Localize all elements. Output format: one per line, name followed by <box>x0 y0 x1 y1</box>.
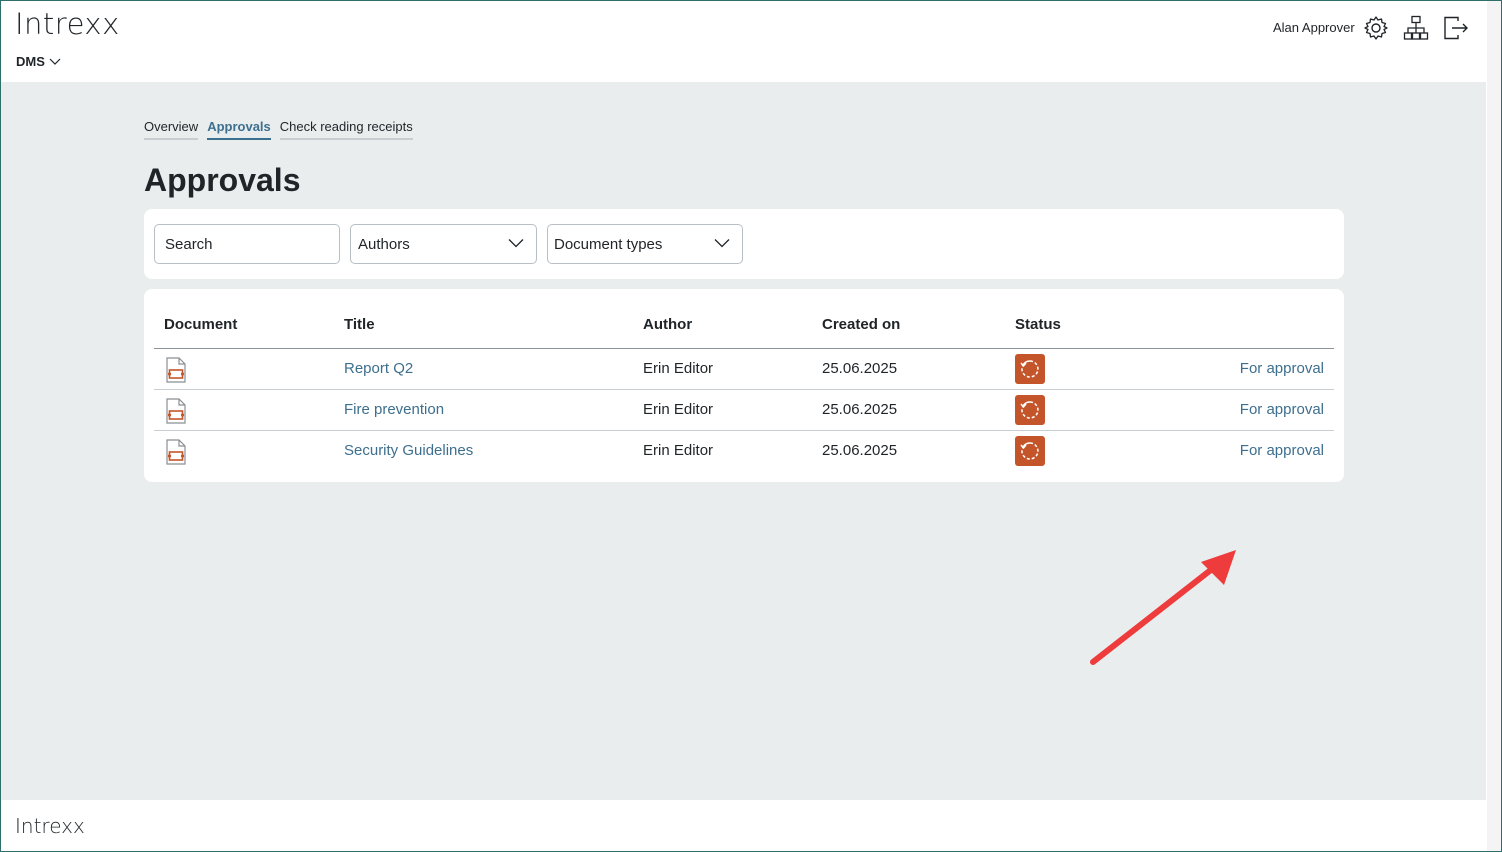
status-link[interactable]: For approval <box>1240 442 1324 459</box>
authors-select[interactable]: Authors <box>350 224 537 264</box>
created-on-cell: 25.06.2025 <box>822 442 898 459</box>
chevron-down-icon <box>49 58 61 65</box>
refresh-icon[interactable] <box>1015 395 1045 425</box>
table-row[interactable]: Report Q2 Erin Editor 25.06.2025 For app… <box>154 349 1334 390</box>
logout-icon[interactable] <box>1443 15 1469 41</box>
tab-overview[interactable]: Overview <box>144 119 199 140</box>
app-switcher[interactable]: DMS <box>16 54 61 69</box>
refresh-icon[interactable] <box>1015 354 1045 384</box>
author-cell: Erin Editor <box>643 401 714 418</box>
chevron-down-icon <box>714 239 730 248</box>
column-header-created-on[interactable]: Created on <box>822 316 900 333</box>
gear-icon[interactable] <box>1363 15 1389 41</box>
main-content: Overview Approvals Check reading receipt… <box>1 82 1486 800</box>
filter-panel: Search Authors Document types <box>144 209 1344 279</box>
header: Intrexx DMS Alan Approver <box>1 1 1486 82</box>
search-input[interactable]: Search <box>154 224 340 264</box>
document-title-link[interactable]: Fire prevention <box>344 401 444 418</box>
refresh-icon[interactable] <box>1015 436 1045 466</box>
sitemap-icon[interactable] <box>1403 15 1429 41</box>
document-title-link[interactable]: Security Guidelines <box>344 442 473 459</box>
author-cell: Erin Editor <box>643 442 714 459</box>
document-title-link[interactable]: Report Q2 <box>344 360 413 377</box>
chevron-down-icon <box>508 239 524 248</box>
footer-logo: Intrexx <box>15 814 85 838</box>
pdf-document-icon[interactable] <box>164 357 188 383</box>
created-on-cell: 25.06.2025 <box>822 401 898 418</box>
created-on-cell: 25.06.2025 <box>822 360 898 377</box>
column-header-title[interactable]: Title <box>344 316 375 333</box>
column-header-author[interactable]: Author <box>643 316 692 333</box>
footer: Intrexx <box>1 800 1486 851</box>
author-cell: Erin Editor <box>643 360 714 377</box>
app-switcher-label: DMS <box>16 54 45 69</box>
pdf-document-icon[interactable] <box>164 398 188 424</box>
tab-bar: Overview Approvals Check reading receipt… <box>144 119 413 140</box>
status-link[interactable]: For approval <box>1240 401 1324 418</box>
tab-check-reading-receipts[interactable]: Check reading receipts <box>279 119 413 140</box>
column-header-status[interactable]: Status <box>1015 316 1061 333</box>
column-header-document[interactable]: Document <box>164 316 237 333</box>
page-title: Approvals <box>144 162 301 198</box>
document-types-select-label: Document types <box>554 235 663 253</box>
search-placeholder: Search <box>165 235 213 253</box>
document-types-select[interactable]: Document types <box>547 224 743 264</box>
status-link[interactable]: For approval <box>1240 360 1324 377</box>
intrexx-logo[interactable]: Intrexx <box>15 7 120 41</box>
user-name[interactable]: Alan Approver <box>1273 20 1355 35</box>
approvals-table: Document Title Author Created on Status … <box>144 289 1344 482</box>
authors-select-label: Authors <box>358 235 410 253</box>
scrollbar[interactable] <box>1487 1 1501 851</box>
table-row[interactable]: Fire prevention Erin Editor 25.06.2025 F… <box>154 390 1334 431</box>
pdf-document-icon[interactable] <box>164 439 188 465</box>
tab-approvals[interactable]: Approvals <box>207 119 271 140</box>
annotation-arrow-icon <box>1090 550 1236 665</box>
table-row[interactable]: Security Guidelines Erin Editor 25.06.20… <box>154 431 1334 472</box>
